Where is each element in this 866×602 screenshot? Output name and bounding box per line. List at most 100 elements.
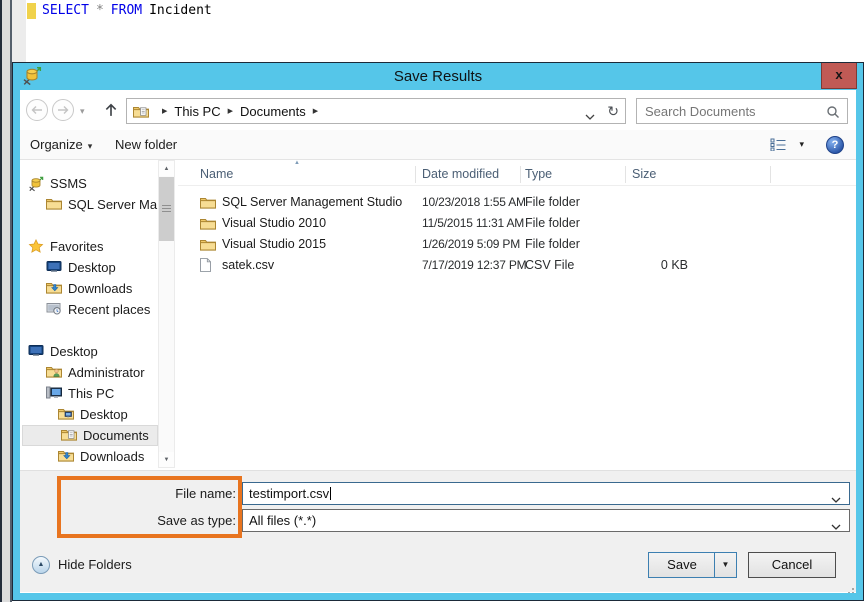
search-input[interactable] [637, 99, 819, 123]
downloads-folder-icon [58, 449, 75, 464]
dialog-content: ▾ ▶ This PC ▶ [20, 90, 856, 593]
cancel-button[interactable]: Cancel [748, 552, 836, 578]
address-bar[interactable]: ▶ This PC ▶ Documents ▶ ↻ [126, 98, 626, 124]
address-dropdown-button[interactable] [585, 108, 595, 114]
file-type: File folder [525, 192, 580, 213]
chevron-down-icon[interactable] [831, 491, 841, 497]
file-row-visual-studio-2015[interactable]: Visual Studio 2015 1/26/2019 5:09 PM Fil… [178, 234, 856, 255]
file-size [632, 234, 688, 255]
organize-button[interactable]: Organize▾ [30, 130, 92, 159]
file-type: File folder [525, 234, 580, 255]
sidebar-item-this-pc[interactable]: This PC [20, 383, 158, 404]
sidebar-item-label: SSMS [50, 176, 87, 191]
save-as-type-select[interactable]: All files (*.*) [242, 509, 850, 532]
user-folder-icon [46, 365, 63, 380]
sql-editor-background: SELECT * FROM Incident [12, 0, 866, 62]
sidebar-item-downloads-favorite[interactable]: Downloads [20, 278, 158, 299]
search-icon[interactable] [826, 105, 840, 119]
sidebar-item-label: Recent places [68, 302, 150, 317]
sidebar-item-sql-server-management[interactable]: SQL Server Mana [20, 194, 158, 215]
sidebar-item-downloads-folder[interactable]: Downloads [20, 446, 158, 467]
folder-icon [200, 237, 217, 252]
sidebar-item-documents[interactable]: Documents [22, 425, 158, 446]
sql-table-name: Incident [149, 3, 212, 18]
save-button-label[interactable]: Save [649, 553, 715, 577]
resize-grip[interactable] [848, 584, 850, 586]
sidebar-item-desktop-folder[interactable]: Desktop [20, 404, 158, 425]
hide-folders-label[interactable]: Hide Folders [58, 557, 132, 572]
screenshot-root: SELECT * FROM Incident Save Results x [0, 0, 866, 602]
save-button[interactable]: Save ▼ [648, 552, 737, 578]
sidebar-item-label: Downloads [80, 449, 144, 464]
column-separator[interactable] [415, 166, 416, 183]
breadcrumb-chevron-icon: ▶ [313, 107, 318, 115]
column-header-size[interactable]: Size [632, 162, 656, 186]
file-type: CSV File [525, 255, 574, 276]
forward-arrow-icon [57, 105, 69, 115]
sql-keyword: SELECT [42, 3, 89, 18]
sql-keyword: FROM [111, 3, 142, 18]
navigation-pane: SSMS SQL Server Mana Favorites [20, 160, 158, 470]
sql-star-operator: * [96, 3, 104, 18]
desktop-icon [46, 260, 63, 275]
file-row-sql-server-management-studio[interactable]: SQL Server Management Studio 10/23/2018 … [178, 192, 856, 213]
sidebar-item-desktop-favorite[interactable]: Desktop [20, 257, 158, 278]
star-icon [28, 239, 45, 254]
file-size [632, 213, 688, 234]
folder-icon [46, 197, 63, 212]
new-folder-label: New folder [115, 137, 177, 152]
forward-button[interactable] [52, 99, 74, 121]
sidebar-item-label: Desktop [50, 344, 98, 359]
sidebar-item-label: Downloads [68, 281, 132, 296]
dialog-titlebar[interactable]: Save Results x [13, 63, 863, 90]
column-separator[interactable] [625, 166, 626, 183]
sidebar-item-recent-places[interactable]: Recent places [20, 299, 158, 320]
back-button[interactable] [26, 99, 48, 121]
close-button[interactable]: x [821, 63, 857, 89]
scroll-down-button[interactable]: ▼ [159, 452, 174, 467]
breadcrumb-chevron-icon: ▶ [228, 107, 233, 115]
scrollbar-grip [162, 205, 171, 206]
column-header-date-modified[interactable]: Date modified [422, 162, 499, 186]
file-row-satek-csv[interactable]: satek.csv 7/17/2019 12:37 PM CSV File 0 … [178, 255, 856, 276]
column-separator[interactable] [520, 166, 521, 183]
new-folder-button[interactable]: New folder [115, 130, 177, 159]
column-separator[interactable] [770, 166, 771, 183]
sort-ascending-icon: ▲ [294, 160, 300, 166]
change-view-button[interactable] [770, 138, 787, 151]
folder-icon [200, 216, 217, 231]
breadcrumb-documents[interactable]: Documents [240, 104, 306, 119]
sidebar-item-label: This PC [68, 386, 114, 401]
sidebar-item-label: Administrator [68, 365, 145, 380]
refresh-button[interactable]: ↻ [607, 104, 619, 118]
scroll-up-button[interactable]: ▲ [159, 161, 174, 176]
file-name: Visual Studio 2010 [222, 213, 326, 234]
scrollbar-thumb[interactable] [159, 177, 174, 241]
sidebar-item-desktop-root[interactable]: Desktop [20, 341, 158, 362]
sidebar-item-ssms[interactable]: SSMS [20, 173, 158, 194]
breadcrumb-this-pc[interactable]: This PC [174, 104, 220, 119]
sidebar-item-favorites[interactable]: Favorites [20, 236, 158, 257]
sidebar-scrollbar[interactable]: ▲ ▼ [158, 160, 175, 468]
file-rows: SQL Server Management Studio 10/23/2018 … [178, 192, 856, 276]
file-size [632, 192, 688, 213]
window-left-gutter [2, 0, 10, 602]
documents-folder-icon [61, 428, 78, 443]
views-dropdown-button[interactable]: ▾ [799, 139, 804, 150]
chevron-down-icon[interactable] [831, 518, 841, 524]
save-dropdown-button[interactable]: ▼ [714, 553, 736, 577]
breadcrumb-chevron-icon: ▶ [162, 107, 167, 115]
column-header-type[interactable]: Type [525, 162, 552, 186]
sidebar-item-administrator[interactable]: Administrator [20, 362, 158, 383]
column-header-name[interactable]: Name [200, 162, 233, 186]
navigation-bar: ▾ ▶ This PC ▶ [20, 90, 856, 130]
file-row-visual-studio-2010[interactable]: Visual Studio 2010 11/5/2015 11:31 AM Fi… [178, 213, 856, 234]
help-button[interactable]: ? [826, 136, 844, 154]
folder-icon [200, 195, 217, 210]
hide-folders-button[interactable]: ▲ [32, 556, 50, 574]
filename-panel: File name: testimport.csv Save as type: … [20, 470, 856, 540]
up-one-level-button[interactable] [104, 103, 118, 117]
save-results-dialog: Save Results x ▾ [12, 62, 864, 601]
recent-locations-dropdown[interactable]: ▾ [80, 106, 85, 117]
file-name-input[interactable]: testimport.csv [242, 482, 850, 505]
